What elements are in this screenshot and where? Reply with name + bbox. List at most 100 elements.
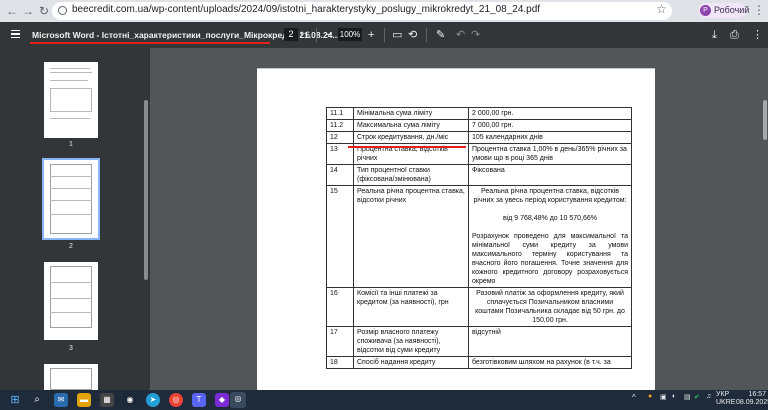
page-number-input[interactable]: 2 bbox=[284, 28, 298, 41]
clock[interactable]: 16:57 08.09.2025 bbox=[736, 391, 768, 407]
teams-icon[interactable]: T bbox=[192, 393, 206, 407]
zoom-out-icon[interactable]: − bbox=[325, 28, 331, 42]
pdf-toolbar: Microsoft Word - Істотні_характеристики_… bbox=[0, 22, 768, 48]
avatar: Р bbox=[700, 5, 711, 16]
row-parameter: Реальна річна процентна ставка, відсотки… bbox=[353, 185, 469, 288]
thumbnail-label: 3 bbox=[69, 345, 73, 352]
taskbar: ⊞ ⌕ ✉ ▬ ▦ ◉ ➤ ◎ T ◆ ◎ ^ ● ▣ ◐ ▤ ✔ ♫ УКР … bbox=[0, 390, 768, 410]
redo-icon[interactable]: ↷ bbox=[471, 28, 480, 42]
browser-menu-icon[interactable]: ⋮ bbox=[753, 3, 765, 17]
thumbnail-page-4[interactable] bbox=[44, 364, 98, 390]
row-parameter: Строк кредитування, дн./міс bbox=[353, 131, 469, 144]
toolbar-divider bbox=[316, 28, 317, 42]
thumbnail-page-1[interactable] bbox=[44, 62, 98, 138]
apr-range: від 9 768,48% до 10 570,66% bbox=[502, 215, 597, 222]
row-value: безготівковим шляхом на рахунок (в т.ч. … bbox=[468, 356, 632, 369]
tray-app-icon[interactable]: ◐ bbox=[672, 393, 676, 400]
mail-icon[interactable]: ✉ bbox=[54, 393, 68, 407]
table-row: 18 Спосіб надання кредиту безготівковим … bbox=[326, 356, 632, 369]
zoom-input[interactable]: 100% bbox=[338, 28, 362, 41]
browser-bar: ← → ↻ beecredit.com.ua/wp-content/upload… bbox=[0, 0, 768, 22]
row-value: Разовий платіж за оформлення кредиту, як… bbox=[468, 287, 632, 327]
thumbnail-sidebar: 1 2 3 bbox=[0, 48, 150, 390]
row-value: Фіксована bbox=[468, 164, 632, 186]
forward-icon[interactable]: → bbox=[20, 3, 36, 19]
term-row-underline-annotation bbox=[348, 146, 466, 148]
sidebar-scrollbar[interactable] bbox=[144, 100, 148, 280]
address-bar[interactable]: beecredit.com.ua/wp-content/uploads/2024… bbox=[52, 2, 672, 20]
fit-page-icon[interactable]: ▭ bbox=[392, 28, 402, 42]
table-row: 17 Розмір власного платежу споживача (за… bbox=[326, 326, 632, 357]
row-value: 7 000,00 грн. bbox=[468, 119, 632, 132]
steam-icon[interactable]: ◉ bbox=[123, 393, 137, 407]
telegram-icon[interactable]: ➤ bbox=[146, 393, 160, 407]
row-value: Реальна річна процентна ставка, відсоткi… bbox=[468, 185, 632, 288]
table-row: 11.2 Максимальна сума ліміту 7 000,00 гр… bbox=[326, 119, 632, 132]
thumbnail-label: 2 bbox=[69, 243, 73, 250]
row-parameter: Комісії та інші платежі за кредитом (за … bbox=[353, 287, 469, 327]
apr-note: Розрахунок проведено для максимальної та… bbox=[472, 233, 628, 285]
row-number: 11.2 bbox=[326, 119, 354, 132]
file-explorer-icon[interactable]: ▬ bbox=[77, 393, 91, 407]
row-value: Процентна ставка 1,00% в день/365% річни… bbox=[468, 143, 632, 165]
tray-app-icon[interactable]: ♫ bbox=[706, 393, 711, 400]
draw-icon[interactable]: ✎ bbox=[436, 28, 445, 42]
row-number: 12 bbox=[326, 131, 354, 144]
site-info-icon[interactable] bbox=[58, 6, 67, 15]
app-icon[interactable]: ◆ bbox=[215, 393, 229, 407]
undo-icon[interactable]: ↶ bbox=[456, 28, 465, 42]
tray-app-icon[interactable]: ▤ bbox=[684, 393, 691, 401]
menu-icon[interactable] bbox=[11, 30, 20, 38]
chrome-icon[interactable]: ◎ bbox=[169, 393, 183, 407]
page-count: / 6 bbox=[300, 30, 311, 40]
row-value: 105 календарних днів bbox=[468, 131, 632, 144]
row-number: 18 bbox=[326, 356, 354, 369]
row-number: 11.1 bbox=[326, 107, 354, 120]
bookmark-star-icon[interactable]: ☆ bbox=[656, 2, 667, 16]
viewer-scrollbar[interactable] bbox=[763, 100, 767, 140]
row-value: відсутній bbox=[468, 326, 632, 357]
thumbnail-label: 1 bbox=[69, 141, 73, 148]
active-chrome-icon[interactable]: ◎ bbox=[230, 392, 246, 408]
language-indicator[interactable]: УКР UKRE bbox=[716, 391, 735, 407]
thumbnail-page-3[interactable] bbox=[44, 262, 98, 340]
row-parameter: Максимальна сума ліміту bbox=[353, 119, 469, 132]
tray-app-icon[interactable]: ▣ bbox=[660, 393, 667, 401]
rotate-icon[interactable]: ⟲ bbox=[408, 28, 417, 42]
table-row: 11.1 Мінімальна сума ліміту 2 000,00 грн… bbox=[326, 107, 632, 120]
table-row: 15 Реальна річна процентна ставка, відсо… bbox=[326, 185, 632, 288]
store-icon[interactable]: ▦ bbox=[100, 393, 114, 407]
download-icon[interactable]: ⤓ bbox=[712, 28, 717, 42]
row-parameter: Мінімальна сума ліміту bbox=[353, 107, 469, 120]
row-number: 17 bbox=[326, 326, 354, 357]
print-icon[interactable]: ⎙ bbox=[730, 28, 739, 42]
tray-app-icon[interactable]: ● bbox=[648, 393, 652, 400]
row-value: 2 000,00 грн. bbox=[468, 107, 632, 120]
row-number: 14 bbox=[326, 164, 354, 186]
more-options-icon[interactable]: ⋮ bbox=[752, 28, 763, 42]
row-parameter: Спосіб надання кредиту bbox=[353, 356, 469, 369]
search-icon[interactable]: ⌕ bbox=[30, 393, 44, 407]
toolbar-divider bbox=[384, 28, 385, 42]
tray-overflow-icon[interactable]: ^ bbox=[632, 393, 636, 402]
thumbnail-page-2[interactable] bbox=[42, 158, 100, 240]
profile-name: Робочий bbox=[714, 5, 750, 15]
table-row: 16 Комісії та інші платежі за кредитом (… bbox=[326, 287, 632, 327]
zoom-in-icon[interactable]: + bbox=[368, 28, 374, 42]
row-parameter: Розмір власного платежу споживача (за на… bbox=[353, 326, 469, 357]
pdf-page: 11.1 Мінімальна сума ліміту 2 000,00 грн… bbox=[257, 68, 655, 390]
back-icon[interactable]: ← bbox=[4, 3, 20, 19]
windows-start-icon[interactable]: ⊞ bbox=[8, 393, 22, 407]
table-row: 12 Строк кредитування, дн./міс 105 кален… bbox=[326, 131, 632, 144]
toolbar-divider bbox=[426, 28, 427, 42]
pdf-viewer: 11.1 Мінімальна сума ліміту 2 000,00 грн… bbox=[150, 48, 768, 390]
row-number: 15 bbox=[326, 185, 354, 288]
page-edge bbox=[257, 68, 655, 69]
table-row: 14 Тип процентної ставки (фіксована/змін… bbox=[326, 164, 632, 186]
apr-intro: Реальна річна процентна ставка, відсоткi… bbox=[473, 188, 627, 204]
row-number: 16 bbox=[326, 287, 354, 327]
profile-button[interactable]: Р Робочий bbox=[698, 3, 750, 18]
tray-app-icon[interactable]: ✔ bbox=[694, 393, 700, 401]
reload-icon[interactable]: ↻ bbox=[36, 3, 52, 19]
title-underline-annotation bbox=[30, 42, 270, 44]
